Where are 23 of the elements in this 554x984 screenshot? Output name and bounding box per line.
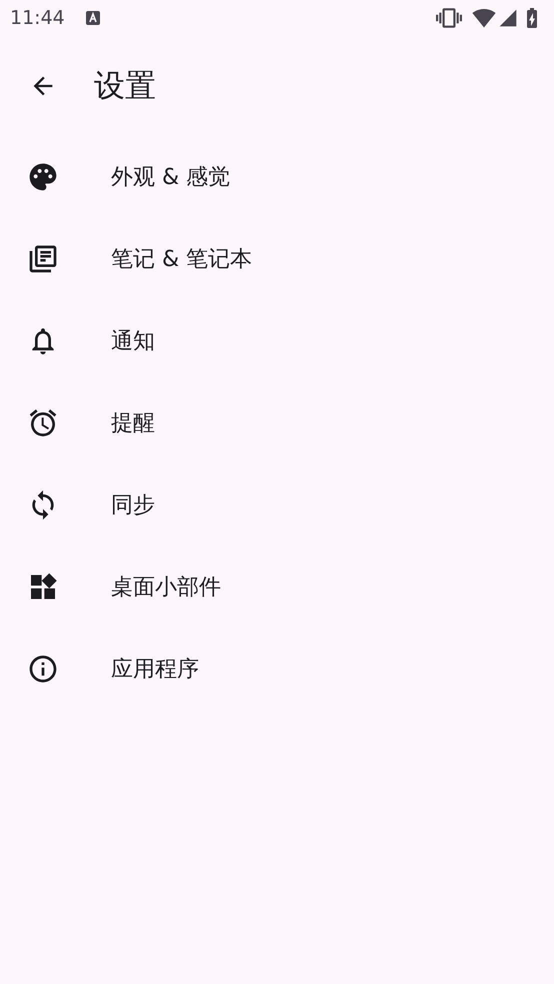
settings-item[interactable]: 外观 & 感觉 (0, 136, 554, 218)
notes-icon (27, 243, 59, 275)
settings-item[interactable]: 笔记 & 笔记本 (0, 218, 554, 300)
info-icon (27, 653, 59, 685)
cellular-signal-icon (498, 8, 518, 28)
settings-item[interactable]: 同步 (0, 464, 554, 546)
alarm-clock-icon (27, 407, 59, 439)
settings-item[interactable]: 通知 (0, 300, 554, 382)
wifi-icon (472, 6, 496, 30)
item-label: 应用程序 (111, 656, 199, 684)
item-label: 同步 (111, 492, 155, 520)
palette-icon (27, 161, 59, 193)
settings-item[interactable]: 应用程序 (0, 628, 554, 710)
item-label: 笔记 & 笔记本 (111, 246, 252, 274)
settings-item[interactable]: 桌面小部件 (0, 546, 554, 628)
settings-item[interactable]: 提醒 (0, 382, 554, 464)
item-label: 桌面小部件 (111, 574, 221, 602)
item-label: 通知 (111, 328, 155, 356)
item-label: 提醒 (111, 410, 155, 438)
page-title: 设置 (94, 66, 156, 106)
notification-icon (86, 11, 100, 25)
item-label: 外观 & 感觉 (111, 164, 230, 192)
status-time: 11:44 (10, 6, 65, 31)
